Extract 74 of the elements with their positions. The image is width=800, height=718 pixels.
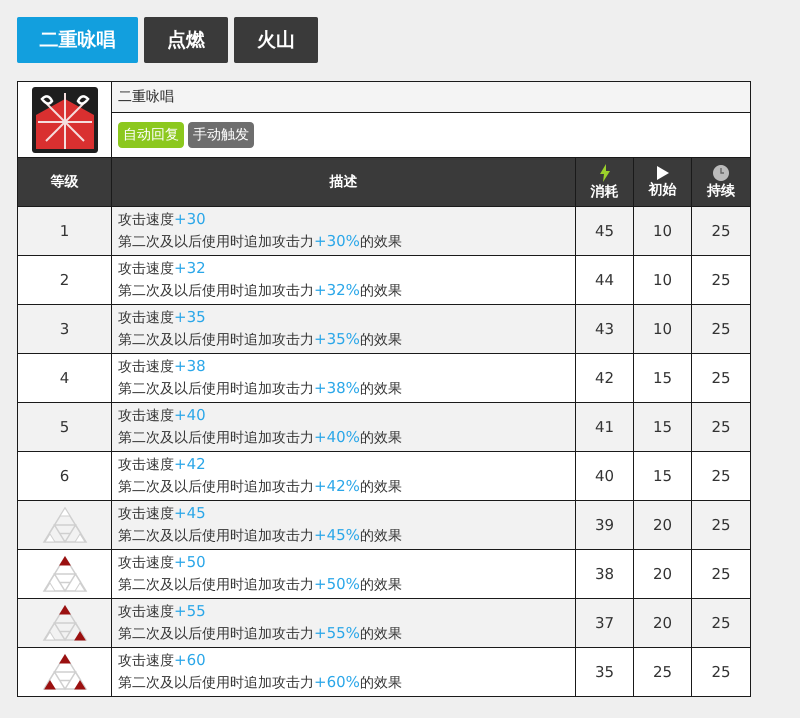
duration-cell: 25 (692, 452, 750, 500)
description-line: 第二次及以后使用时追加攻击力+55%的效果 (118, 623, 403, 644)
initial-cell: 20 (634, 500, 692, 550)
description-line: 攻击速度+60 (118, 650, 207, 671)
description-line: 攻击速度+38 (118, 356, 207, 377)
cost-cell: 44 (576, 256, 634, 304)
description-line: 第二次及以后使用时追加攻击力+38%的效果 (118, 378, 403, 399)
description-line: 第二次及以后使用时追加攻击力+60%的效果 (118, 672, 403, 693)
description-line: 攻击速度+30 (118, 209, 207, 230)
cost-cell: 43 (576, 304, 634, 354)
description-line: 攻击速度+32 (118, 258, 207, 279)
skill-icon (32, 86, 98, 152)
duration-cell: 25 (692, 304, 750, 354)
column-header: 等级 (50, 173, 78, 191)
description-line: 第二次及以后使用时追加攻击力+42%的效果 (118, 476, 403, 497)
duration-cell: 25 (692, 598, 750, 648)
duration-cell: 25 (692, 402, 750, 452)
initial-cell: 10 (634, 304, 692, 354)
initial-cell: 15 (634, 354, 692, 402)
rank-icon (42, 604, 88, 642)
cost-cell: 37 (576, 598, 634, 648)
initial-cell: 25 (634, 648, 692, 696)
initial-cell: 15 (634, 452, 692, 500)
cost-cell: 45 (576, 206, 634, 256)
description-line: 第二次及以后使用时追加攻击力+40%的效果 (118, 427, 403, 448)
cost-cell: 40 (576, 452, 634, 500)
level-cell: 3 (18, 304, 112, 354)
column-header: 消耗 (590, 182, 618, 200)
duration-cell: 25 (692, 500, 750, 550)
cost-cell: 41 (576, 402, 634, 452)
level-cell: 2 (18, 256, 112, 304)
skill-name: 二重咏唱 (112, 82, 750, 112)
column-header: 持续 (707, 182, 735, 200)
column-header: 初始 (648, 180, 676, 198)
rank-icon (42, 555, 88, 593)
level-cell: 4 (18, 354, 112, 402)
description-line: 攻击速度+42 (118, 454, 207, 475)
initial-cell: 10 (634, 256, 692, 304)
cost-cell: 39 (576, 500, 634, 550)
description-line: 第二次及以后使用时追加攻击力+30%的效果 (118, 231, 403, 252)
description-line: 攻击速度+55 (118, 601, 207, 622)
duration-cell: 25 (692, 550, 750, 598)
description-line: 攻击速度+40 (118, 405, 207, 426)
description-line: 攻击速度+45 (118, 503, 207, 524)
description-line: 攻击速度+50 (118, 552, 207, 573)
clock-icon (713, 164, 729, 180)
rank-icon (42, 653, 88, 691)
duration-cell: 25 (692, 354, 750, 402)
tab[interactable]: 点燃 (144, 17, 228, 63)
description-line: 第二次及以后使用时追加攻击力+32%的效果 (118, 280, 403, 301)
column-header: 描述 (330, 173, 358, 191)
level-cell: 6 (18, 452, 112, 500)
description-line: 第二次及以后使用时追加攻击力+35%的效果 (118, 329, 403, 350)
lightning-icon (600, 164, 610, 182)
initial-cell: 10 (634, 206, 692, 256)
initial-cell: 20 (634, 550, 692, 598)
duration-cell: 25 (692, 206, 750, 256)
initial-cell: 15 (634, 402, 692, 452)
duration-cell: 25 (692, 256, 750, 304)
cost-cell: 38 (576, 550, 634, 598)
tab[interactable]: 火山 (234, 17, 318, 63)
level-cell: 1 (18, 206, 112, 256)
skill-tag: 自动回复 (118, 122, 184, 148)
skill-tag: 手动触发 (188, 122, 254, 148)
description-line: 攻击速度+35 (118, 307, 207, 328)
play-icon (656, 166, 668, 180)
level-cell: 5 (18, 402, 112, 452)
cost-cell: 35 (576, 648, 634, 696)
rank-icon (42, 506, 88, 544)
cost-cell: 42 (576, 354, 634, 402)
description-line: 第二次及以后使用时追加攻击力+50%的效果 (118, 574, 403, 595)
description-line: 第二次及以后使用时追加攻击力+45%的效果 (118, 525, 403, 546)
duration-cell: 25 (692, 648, 750, 696)
initial-cell: 20 (634, 598, 692, 648)
